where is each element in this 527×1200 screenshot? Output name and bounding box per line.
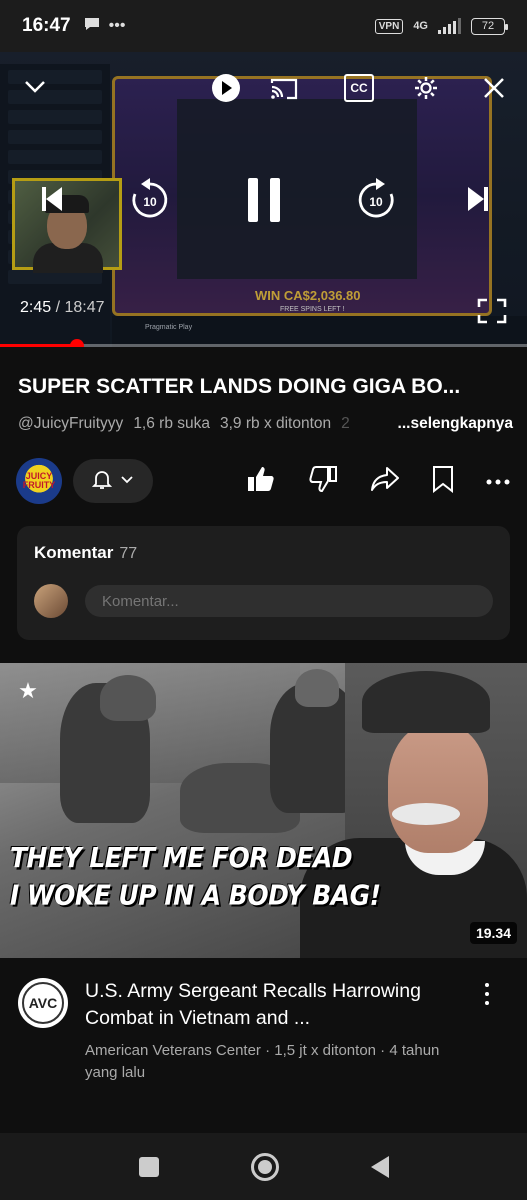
playback-time: 2:45 / 18:47 bbox=[20, 299, 105, 317]
recommended-channel: American Veterans Center bbox=[85, 1042, 261, 1059]
dislike-button[interactable] bbox=[308, 465, 338, 498]
comment-input[interactable] bbox=[85, 585, 493, 617]
upload-age: 2 bbox=[341, 415, 350, 432]
back-button[interactable] bbox=[370, 1155, 389, 1178]
recents-button[interactable] bbox=[138, 1156, 159, 1177]
total-duration: 18:47 bbox=[64, 299, 105, 316]
settings-icon[interactable] bbox=[410, 72, 442, 104]
channel-handle: @JuicyFruityyy bbox=[18, 415, 124, 432]
next-icon[interactable] bbox=[462, 182, 492, 216]
bell-icon bbox=[91, 468, 113, 495]
svg-text:10: 10 bbox=[143, 195, 157, 209]
battery-icon: 72 bbox=[471, 17, 508, 35]
video-title[interactable]: SUPER SCATTER LANDS DOING GIGA BO... bbox=[18, 375, 513, 399]
video-meta[interactable]: @JuicyFruityyy 1,6 rb suka 3,9 rb x dito… bbox=[18, 415, 513, 433]
recommended-channel-avatar[interactable]: AVC bbox=[18, 978, 68, 1028]
forward-10-icon[interactable]: 10 bbox=[352, 176, 400, 224]
notification-bell-button[interactable] bbox=[73, 459, 153, 503]
progress-scrubber[interactable] bbox=[69, 339, 84, 347]
collapse-icon[interactable] bbox=[20, 72, 50, 102]
comments-title: Komentar bbox=[34, 543, 114, 562]
like-button[interactable] bbox=[246, 465, 276, 498]
thumbnail-caption: THEY LEFT ME FOR DEAD I WOKE UP IN A BOD… bbox=[10, 840, 381, 915]
time-separator: / bbox=[55, 299, 61, 316]
status-time: 16:47 bbox=[22, 15, 71, 36]
network-label: 4G bbox=[413, 20, 428, 32]
comments-count: 77 bbox=[119, 545, 138, 562]
channel-avatar[interactable]: JUICY FRUITY bbox=[16, 458, 62, 504]
battery-level: 72 bbox=[481, 20, 495, 32]
duration-badge: 19.34 bbox=[469, 922, 517, 944]
home-button[interactable] bbox=[250, 1152, 279, 1181]
more-actions-button[interactable] bbox=[486, 472, 510, 490]
recommended-title[interactable]: U.S. Army Sergeant Recalls Harrowing Com… bbox=[85, 978, 465, 1032]
share-button[interactable] bbox=[370, 466, 400, 497]
save-button[interactable] bbox=[432, 465, 454, 498]
thumbnail-caption-line1: THEY LEFT ME FOR DEAD bbox=[10, 841, 353, 874]
system-nav-bar bbox=[0, 1133, 527, 1200]
vpn-badge: VPN bbox=[374, 18, 404, 34]
progress-fill bbox=[0, 344, 77, 347]
video-player[interactable]: WIN CA$2,036.80 FREE SPINS LEFT ! Pragma… bbox=[0, 52, 527, 347]
recommended-views: 1,5 jt x ditonton bbox=[274, 1042, 376, 1059]
user-avatar bbox=[34, 584, 68, 618]
thumbnail-caption-line2: I WOKE UP IN A BODY BAG! bbox=[10, 879, 381, 912]
close-icon[interactable] bbox=[478, 72, 510, 104]
cast-icon[interactable] bbox=[268, 74, 300, 104]
current-time: 2:45 bbox=[20, 299, 52, 316]
chat-bubble-icon bbox=[83, 16, 101, 37]
signal-icon bbox=[438, 18, 461, 34]
status-bar: 16:47 ••• VPN 4G 72 bbox=[0, 0, 527, 52]
action-row: JUICY FRUITY bbox=[16, 458, 516, 504]
progress-bar[interactable] bbox=[0, 339, 527, 347]
more-dots-icon: ••• bbox=[108, 17, 126, 34]
autoplay-toggle[interactable] bbox=[210, 72, 242, 104]
more-description-link[interactable]: ...selengkapnya bbox=[391, 415, 513, 433]
previous-icon[interactable] bbox=[38, 182, 68, 216]
recommended-meta: American Veterans Center · 1,5 jt x dito… bbox=[85, 1042, 440, 1081]
chevron-down-icon bbox=[120, 472, 134, 490]
like-count: 1,6 rb suka bbox=[133, 415, 210, 432]
fullscreen-icon[interactable] bbox=[475, 296, 509, 326]
recommended-thumbnail[interactable]: ★ THEY LEFT ME FOR DEAD I WOKE UP IN A B… bbox=[0, 663, 527, 958]
view-count: 3,9 rb x ditonton bbox=[220, 415, 332, 432]
star-logo-icon: ★ bbox=[18, 678, 38, 703]
captions-icon[interactable]: CC bbox=[344, 74, 374, 102]
pause-icon[interactable] bbox=[240, 172, 288, 228]
recommended-video-info[interactable]: AVC U.S. Army Sergeant Recalls Harrowing… bbox=[0, 958, 527, 1133]
recommended-channel-avatar-text: AVC bbox=[22, 982, 64, 1024]
rewind-10-icon[interactable]: 10 bbox=[126, 176, 174, 224]
channel-avatar-text: JUICY FRUITY bbox=[22, 471, 56, 490]
comments-header: Komentar 77 bbox=[34, 543, 137, 563]
comments-card[interactable]: Komentar 77 bbox=[17, 526, 510, 640]
recommended-more-icon[interactable] bbox=[475, 980, 499, 1008]
svg-text:10: 10 bbox=[369, 195, 383, 209]
